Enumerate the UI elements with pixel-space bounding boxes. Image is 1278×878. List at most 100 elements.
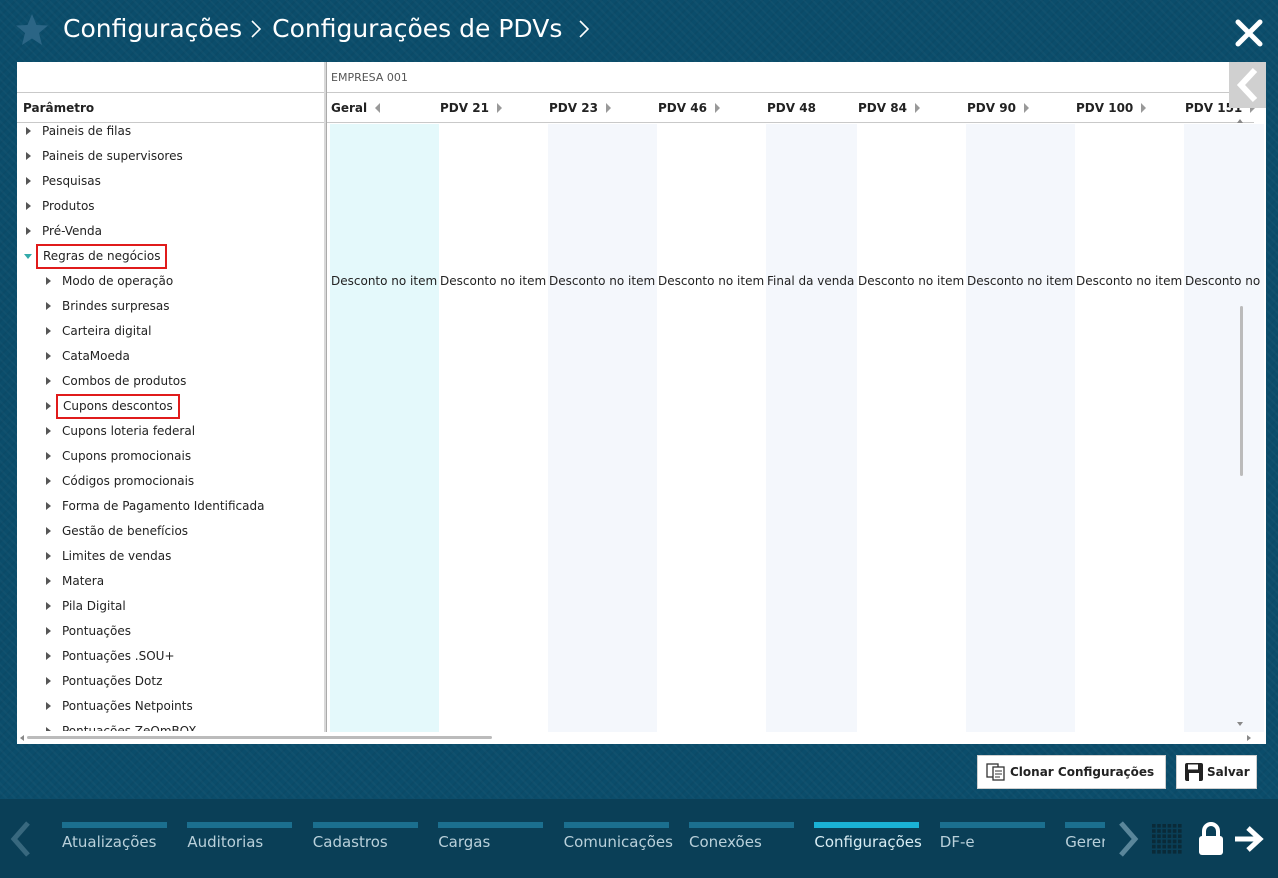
scroll-left-icon[interactable] <box>20 735 24 741</box>
expand-right-icon[interactable] <box>1023 103 1029 113</box>
breadcrumb-item[interactable]: Configurações de PDVs <box>272 14 562 43</box>
nav-tab[interactable]: Cargas <box>438 821 544 861</box>
tree-item[interactable]: Limites de vendas <box>17 544 326 569</box>
nav-tab[interactable]: Cadastros <box>312 821 418 861</box>
expand-right-icon[interactable] <box>1141 103 1147 113</box>
column-cell[interactable]: Desconto no item <box>439 124 548 732</box>
collapsed-triangle-icon[interactable] <box>46 502 51 510</box>
collapsed-triangle-icon[interactable] <box>46 427 51 435</box>
nav-next-icon[interactable] <box>1116 821 1140 857</box>
expand-right-icon[interactable] <box>496 103 502 113</box>
vertical-scrollbar[interactable] <box>1236 116 1246 744</box>
collapsed-triangle-icon[interactable] <box>46 327 51 335</box>
collapsed-triangle-icon[interactable] <box>46 527 51 535</box>
tree-item[interactable]: Brindes surpresas <box>17 294 326 319</box>
tree-item[interactable]: Pila Digital <box>17 594 326 619</box>
column-header[interactable]: PDV 23 <box>545 93 611 123</box>
column-cell[interactable]: Desconto no item <box>330 124 439 732</box>
scroll-right-icon[interactable] <box>1247 735 1251 741</box>
tree-item[interactable]: Códigos promocionais <box>17 469 326 494</box>
collapsed-triangle-icon[interactable] <box>46 302 51 310</box>
column-header[interactable]: PDV 84 <box>854 93 920 123</box>
column-cell[interactable]: Desconto no item <box>966 124 1075 732</box>
collapsed-triangle-icon[interactable] <box>46 452 51 460</box>
horizontal-scrollbar[interactable] <box>17 732 1266 744</box>
tree-item[interactable]: Pontuações Dotz <box>17 669 326 694</box>
collapsed-triangle-icon[interactable] <box>26 177 31 185</box>
column-cell[interactable]: Final da venda <box>766 124 857 732</box>
column-cell[interactable]: Desconto no item <box>548 124 657 732</box>
expand-right-icon[interactable] <box>605 103 611 113</box>
tree-item[interactable]: Regras de negócios <box>17 244 326 269</box>
nav-tab[interactable]: Comunicações <box>563 821 673 861</box>
collapsed-triangle-icon[interactable] <box>46 577 51 585</box>
column-header[interactable]: PDV 100 <box>1072 93 1147 123</box>
collapsed-triangle-icon[interactable] <box>46 377 51 385</box>
vertical-scroll-thumb[interactable] <box>1240 306 1243 476</box>
nav-tab[interactable]: Gerenciamento <box>1065 821 1105 861</box>
clone-configurations-button[interactable]: Clonar Configurações <box>977 755 1166 789</box>
close-icon[interactable] <box>1234 18 1264 48</box>
nav-tab[interactable]: Conexões <box>689 821 794 861</box>
collapse-left-icon[interactable] <box>375 103 381 113</box>
tree-item[interactable]: Pesquisas <box>17 169 326 194</box>
collapse-panel-button[interactable] <box>1229 62 1266 108</box>
column-header[interactable]: Geral <box>327 93 381 123</box>
horizontal-scroll-thumb[interactable] <box>27 736 492 739</box>
tree-item[interactable]: Paineis de filas <box>17 119 326 144</box>
tree-item[interactable]: Matera <box>17 569 326 594</box>
column-header[interactable]: PDV 46 <box>654 93 720 123</box>
collapsed-triangle-icon[interactable] <box>46 552 51 560</box>
logout-arrow-icon[interactable] <box>1233 825 1265 853</box>
lock-icon[interactable] <box>1197 822 1225 856</box>
column-cell[interactable]: Desconto no item <box>1075 124 1184 732</box>
collapsed-triangle-icon[interactable] <box>26 152 31 160</box>
tree-item[interactable]: Pré-Venda <box>17 219 326 244</box>
collapsed-triangle-icon[interactable] <box>46 627 51 635</box>
tree-item[interactable]: Pontuações Netpoints <box>17 694 326 719</box>
apps-grid-icon[interactable] <box>1151 823 1183 855</box>
collapsed-triangle-icon[interactable] <box>46 702 51 710</box>
nav-tab[interactable]: Configurações <box>814 821 922 861</box>
tree-item[interactable]: Combos de produtos <box>17 369 326 394</box>
tree-item[interactable]: Cupons promocionais <box>17 444 326 469</box>
column-cell[interactable]: Desconto no item <box>657 124 766 732</box>
collapsed-triangle-icon[interactable] <box>46 677 51 685</box>
collapsed-triangle-icon[interactable] <box>46 652 51 660</box>
collapsed-triangle-icon[interactable] <box>46 727 51 731</box>
collapsed-triangle-icon[interactable] <box>46 477 51 485</box>
collapsed-triangle-icon[interactable] <box>46 277 51 285</box>
column-cell[interactable]: Desconto no item <box>857 124 966 732</box>
collapsed-triangle-icon[interactable] <box>26 227 31 235</box>
scroll-up-icon[interactable] <box>1237 119 1243 123</box>
tree-item[interactable]: Produtos <box>17 194 326 219</box>
tree-item[interactable]: Modo de operação <box>17 269 326 294</box>
tree-item[interactable]: Pontuações <box>17 619 326 644</box>
tree-item[interactable]: Pontuações ZeOmBOX <box>17 719 326 731</box>
column-header[interactable]: PDV 48 <box>763 93 816 123</box>
tree-item[interactable]: Forma de Pagamento Identificada <box>17 494 326 519</box>
scroll-down-icon[interactable] <box>1237 722 1243 726</box>
collapsed-triangle-icon[interactable] <box>26 202 31 210</box>
tree-item[interactable]: Cupons descontos <box>17 394 326 419</box>
save-button[interactable]: Salvar <box>1176 755 1257 789</box>
nav-tab[interactable]: Auditorias <box>187 821 293 861</box>
tree-item[interactable]: Paineis de supervisores <box>17 144 326 169</box>
nav-tab[interactable]: DF-e <box>939 821 1045 861</box>
expanded-triangle-icon[interactable] <box>24 254 32 259</box>
expand-right-icon[interactable] <box>714 103 720 113</box>
column-cell[interactable]: Desconto no item <box>1184 124 1264 732</box>
collapsed-triangle-icon[interactable] <box>26 127 31 135</box>
expand-right-icon[interactable] <box>914 103 920 113</box>
collapsed-triangle-icon[interactable] <box>46 402 51 410</box>
tree-item[interactable]: Cupons loteria federal <box>17 419 326 444</box>
nav-prev-icon[interactable] <box>6 821 34 857</box>
breadcrumb-item[interactable]: Configurações <box>63 14 242 43</box>
nav-tab[interactable]: Atualizações <box>62 821 167 861</box>
column-header[interactable]: PDV 21 <box>436 93 502 123</box>
column-header[interactable]: PDV 90 <box>963 93 1029 123</box>
tree-item[interactable]: Carteira digital <box>17 319 326 344</box>
collapsed-triangle-icon[interactable] <box>46 602 51 610</box>
star-icon[interactable] <box>14 12 50 48</box>
tree-item[interactable]: Gestão de benefícios <box>17 519 326 544</box>
